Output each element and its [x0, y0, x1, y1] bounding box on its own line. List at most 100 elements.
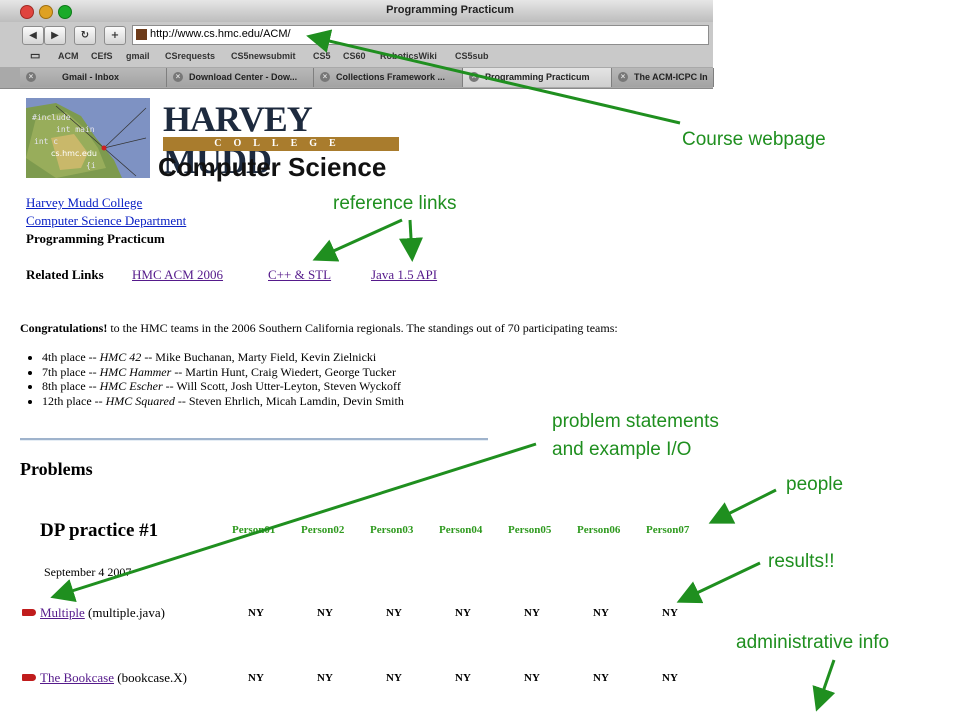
bookmark-cefs[interactable]: CEfS [91, 51, 113, 61]
arrow-reference-link-2 [399, 219, 423, 262]
annotation-results: results!! [768, 551, 835, 572]
site-favicon-icon [136, 29, 147, 40]
annotation-problem-statements: problem statements [552, 411, 719, 432]
college-word: COLLEGE [214, 138, 348, 149]
navigation-toolbar: ◀ ▶ ↻ + http://www.cs.hmc.edu/ACM/ [0, 22, 713, 48]
breadcrumb-hmc[interactable]: Harvey Mudd College [26, 195, 142, 211]
tab-gmail[interactable]: × Gmail - Inbox [20, 68, 167, 87]
tab-label: Programming Practicum [485, 72, 590, 82]
result-cell: NY [662, 672, 678, 684]
bookmark-cs5newsubmit[interactable]: CS5newsubmit [231, 51, 296, 61]
congratulations-paragraph: Congratulations! to the HMC teams in the… [20, 321, 700, 336]
divider [20, 438, 488, 441]
tab-close-icon[interactable]: × [618, 72, 628, 82]
svg-text:{i: {i [86, 161, 96, 170]
bookmarks-book-icon[interactable]: ▭ [30, 49, 40, 62]
result-cell: NY [386, 672, 402, 684]
bookmark-cs5sub[interactable]: CS5sub [455, 51, 489, 61]
college-bar: COLLEGE [163, 137, 399, 151]
person-header-3: Person03 [370, 524, 414, 536]
bookmark-roboticswiki[interactable]: RoboticsWiki [380, 51, 437, 61]
bookmark-gmail[interactable]: gmail [126, 51, 150, 61]
result-cell: NY [317, 607, 333, 619]
tab-programming-practicum[interactable]: × Programming Practicum [463, 68, 612, 87]
tab-close-icon[interactable]: × [320, 72, 330, 82]
problem-row-bookcase: The Bookcase (bookcase.X) [22, 670, 187, 686]
problem-row-multiple: Multiple (multiple.java) [22, 605, 165, 621]
california-map-icon: #include int main int c {i cs.hmc.edu [26, 98, 150, 178]
person-header-2: Person02 [301, 524, 345, 536]
reload-button[interactable]: ↻ [74, 26, 96, 45]
tab-download-center[interactable]: × Download Center - Dow... [167, 68, 314, 87]
person-header-4: Person04 [439, 524, 483, 536]
result-cell: NY [317, 672, 333, 684]
svg-text:int main: int main [56, 125, 95, 134]
forward-button[interactable]: ▶ [44, 26, 66, 45]
problems-heading: Problems [20, 459, 93, 479]
bookmark-acm[interactable]: ACM [58, 51, 79, 61]
tab-acm-icpc[interactable]: × The ACM-ICPC In [612, 68, 714, 87]
problem-link-multiple[interactable]: Multiple [40, 605, 85, 620]
annotation-course-webpage: Course webpage [682, 129, 826, 150]
result-cell: NY [593, 607, 609, 619]
congrats-text: to the HMC teams in the 2006 Southern Ca… [107, 321, 618, 335]
practice-title: DP practice #1 [40, 520, 159, 541]
practice-date: September 4 2007 [44, 565, 132, 579]
minimize-window-button[interactable] [39, 5, 53, 19]
person-header-7: Person07 [646, 524, 690, 536]
result-cell: NY [386, 607, 402, 619]
person-header-6: Person06 [577, 524, 621, 536]
breadcrumb-cs-dept-link[interactable]: Computer Science Department [26, 213, 186, 228]
list-item: 12th place -- HMC Squared -- Steven Ehrl… [42, 394, 404, 409]
congrats-lead: Congratulations! [20, 321, 108, 335]
close-window-button[interactable] [20, 5, 34, 19]
bookmark-cs5[interactable]: CS5 [313, 51, 331, 61]
tab-label: Download Center - Dow... [189, 72, 298, 82]
result-cell: NY [248, 672, 264, 684]
list-item: 4th place -- HMC 42 -- Mike Buchanan, Ma… [42, 350, 404, 365]
tab-close-icon[interactable]: × [469, 72, 479, 82]
window-title: Programming Practicum [386, 4, 514, 16]
pushpin-icon [22, 674, 36, 681]
list-item: 7th place -- HMC Hammer -- Martin Hunt, … [42, 365, 404, 380]
result-cell: NY [455, 672, 471, 684]
tab-close-icon[interactable]: × [26, 72, 36, 82]
link-java-api[interactable]: Java 1.5 API [371, 267, 437, 283]
result-cell: NY [524, 607, 540, 619]
browser-window: Programming Practicum ◀ ▶ ↻ + http://www… [0, 0, 714, 89]
address-bar[interactable]: http://www.cs.hmc.edu/ACM/ [132, 25, 709, 45]
tab-label: Gmail - Inbox [62, 72, 120, 82]
annotation-people: people [786, 474, 844, 495]
bookmark-cs60[interactable]: CS60 [343, 51, 366, 61]
tab-label: Collections Framework ... [336, 72, 446, 82]
breadcrumb-hmc-link[interactable]: Harvey Mudd College [26, 195, 142, 210]
tab-collections-framework[interactable]: × Collections Framework ... [314, 68, 463, 87]
list-item: 8th place -- HMC Escher -- Will Scott, J… [42, 379, 404, 394]
result-cell: NY [455, 607, 471, 619]
problem-link-bookcase[interactable]: The Bookcase [40, 670, 114, 685]
bookmarks-bar: ▭ ACM CEfS gmail CSrequests CS5newsubmit… [0, 48, 713, 66]
add-bookmark-button[interactable]: + [104, 26, 126, 45]
breadcrumb-cs-dept[interactable]: Computer Science Department [26, 213, 186, 229]
hmc-cs-logo: HARVEY MUDD COLLEGE Computer Science [158, 98, 408, 182]
back-button[interactable]: ◀ [22, 26, 44, 45]
arrow-results [676, 561, 761, 604]
result-cell: NY [524, 672, 540, 684]
department-title: Computer Science [158, 152, 387, 182]
reload-icon: ↻ [80, 30, 90, 41]
zoom-window-button[interactable] [58, 5, 72, 19]
person-header-1: Person01 [232, 524, 276, 536]
bookmark-csrequests[interactable]: CSrequests [165, 51, 215, 61]
tab-close-icon[interactable]: × [173, 72, 183, 82]
link-cpp-stl[interactable]: C++ & STL [268, 267, 331, 283]
back-icon: ◀ [29, 30, 37, 41]
annotation-example-io: and example I/O [552, 439, 692, 460]
cs-map-logo-image: #include int main int c {i cs.hmc.edu [26, 98, 150, 178]
annotation-reference-links: reference links [333, 193, 457, 214]
result-cell: NY [248, 607, 264, 619]
link-hmc-acm-2006[interactable]: HMC ACM 2006 [132, 267, 223, 283]
problem-file: (multiple.java) [84, 605, 165, 620]
pushpin-icon [22, 609, 36, 616]
breadcrumb-current-page: Programming Practicum [26, 231, 165, 246]
annotation-admin-info: administrative info [736, 632, 890, 653]
